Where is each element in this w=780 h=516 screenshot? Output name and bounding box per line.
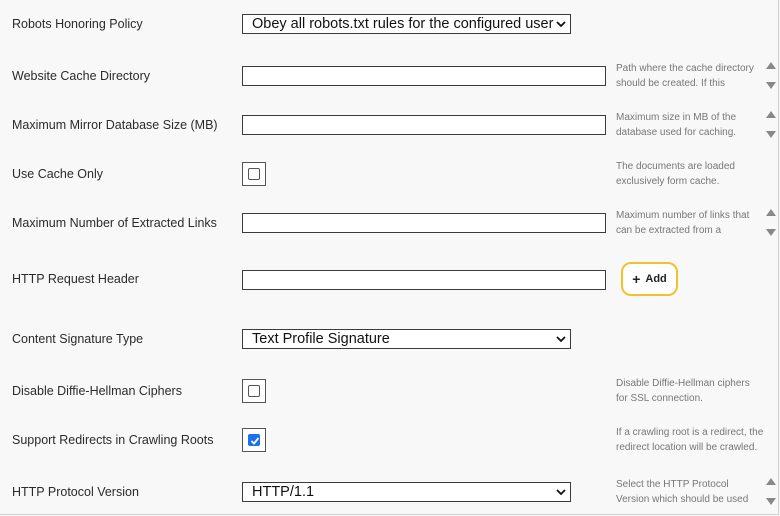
protocol-select[interactable]: HTTP/1.1 <box>242 482 571 502</box>
max-links-input[interactable] <box>242 213 606 233</box>
diffie-hellman-label: Disable Diffie-Hellman Ciphers <box>12 384 182 398</box>
mirror-db-help-scrollbar[interactable] <box>765 111 777 143</box>
diffie-hellman-help: Disable Diffie-Hellman ciphers for SSL c… <box>616 378 750 404</box>
plus-icon: + <box>632 271 641 287</box>
http-header-input[interactable] <box>242 270 606 290</box>
max-links-label: Maximum Number of Extracted Links <box>12 216 217 230</box>
protocol-value: HTTP/1.1 <box>252 484 315 500</box>
checkbox-box[interactable] <box>248 168 260 180</box>
chevron-down-icon <box>556 21 566 28</box>
redirects-label: Support Redirects in Crawling Roots <box>12 433 214 447</box>
settings-panel: Robots Honoring Policy Obey all robots.t… <box>0 0 779 515</box>
protocol-help-scrollbar[interactable] <box>765 478 777 510</box>
cache-dir-input[interactable] <box>242 66 606 86</box>
protocol-help: Select the HTTP Protocol Version which s… <box>616 479 749 505</box>
max-links-help: Maximum number of links that can be extr… <box>616 210 750 236</box>
triangle-down-icon[interactable] <box>766 498 776 505</box>
mirror-db-input[interactable] <box>242 115 606 135</box>
triangle-up-icon[interactable] <box>766 62 776 69</box>
robots-policy-select[interactable]: Obey all robots.txt rules for the config… <box>242 14 571 34</box>
max-links-help-scrollbar[interactable] <box>765 209 777 241</box>
cache-only-help: The documents are loaded exclusively for… <box>616 161 735 187</box>
cache-only-checkbox[interactable] <box>242 162 266 186</box>
robots-policy-label: Robots Honoring Policy <box>12 17 143 31</box>
redirects-help: If a crawling root is a redirect, the re… <box>616 427 764 453</box>
check-icon <box>250 437 260 445</box>
http-header-label: HTTP Request Header <box>12 272 139 286</box>
cache-only-label: Use Cache Only <box>12 167 104 181</box>
chevron-down-icon <box>556 336 566 343</box>
protocol-label: HTTP Protocol Version <box>12 485 139 499</box>
mirror-db-label: Maximum Mirror Database Size (MB) <box>12 118 218 132</box>
content-signature-select[interactable]: Text Profile Signature <box>242 329 571 349</box>
content-signature-label: Content Signature Type <box>12 332 144 346</box>
triangle-down-icon[interactable] <box>766 229 776 236</box>
cache-dir-help-scrollbar[interactable] <box>765 62 777 94</box>
chevron-down-icon <box>556 489 566 496</box>
triangle-up-icon[interactable] <box>766 111 776 118</box>
diffie-hellman-checkbox[interactable] <box>242 379 266 403</box>
triangle-up-icon[interactable] <box>766 478 776 485</box>
redirects-checkbox[interactable] <box>242 428 266 452</box>
add-header-button-label: Add <box>645 273 667 285</box>
triangle-up-icon[interactable] <box>766 209 776 216</box>
triangle-down-icon[interactable] <box>766 82 776 89</box>
checkbox-box[interactable] <box>248 385 260 397</box>
cache-dir-help: Path where the cache directory should be… <box>616 63 754 89</box>
robots-policy-value: Obey all robots.txt rules for the config… <box>252 16 554 32</box>
content-signature-value: Text Profile Signature <box>252 331 390 347</box>
mirror-db-help: Maximum size in MB of the database used … <box>616 112 737 138</box>
cache-dir-label: Website Cache Directory <box>12 69 151 83</box>
triangle-down-icon[interactable] <box>766 131 776 138</box>
checkbox-box-checked[interactable] <box>248 434 260 446</box>
add-header-button[interactable]: + Add <box>621 262 678 296</box>
